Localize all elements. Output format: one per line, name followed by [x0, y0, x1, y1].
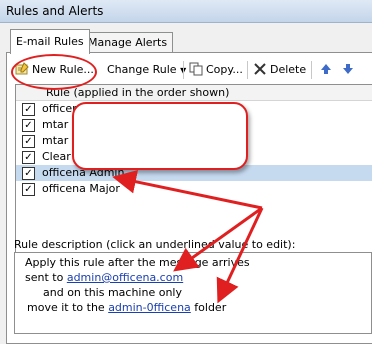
annotation-arrows — [112, 169, 264, 304]
annotation-arrow — [112, 169, 263, 210]
